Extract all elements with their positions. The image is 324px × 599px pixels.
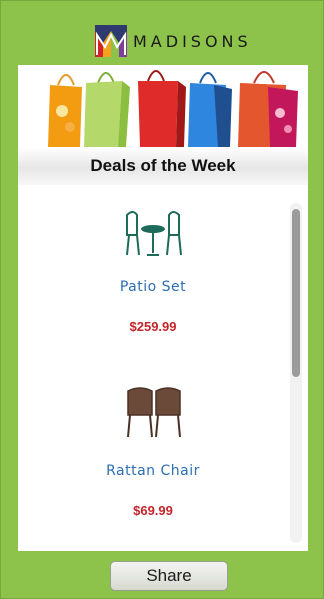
product-name-link[interactable]: Patio Set [18, 279, 288, 295]
section-title: Deals of the Week [18, 147, 308, 185]
shopping-bags-banner [18, 65, 308, 147]
product-item[interactable]: Rattan Chair $69.99 [18, 365, 288, 551]
brand-logo: MADISONS [95, 24, 255, 58]
brand-name: MADISONS [133, 31, 252, 51]
product-list: Patio Set $259.99 Rattan Chair $69.99 [18, 185, 288, 551]
deals-panel: Deals of the Week Patio Set $259.99 Ratt… [18, 65, 308, 551]
product-price: $69.99 [133, 503, 173, 518]
product-item[interactable]: Patio Set $259.99 [18, 185, 288, 365]
rattan-chair-icon [127, 387, 181, 438]
scrollbar-thumb[interactable] [292, 209, 300, 377]
patio-set-icon [126, 211, 182, 256]
product-list-scrollbar[interactable] [290, 203, 302, 543]
product-price: $259.99 [129, 319, 177, 334]
product-name-link[interactable]: Rattan Chair [18, 463, 288, 479]
share-button[interactable]: Share [110, 561, 228, 591]
madisons-logo-icon [95, 25, 127, 57]
shopping-bags-icon [48, 70, 298, 147]
widget-frame: MADISONS Deals of the Week Patio Set $25… [0, 0, 324, 599]
